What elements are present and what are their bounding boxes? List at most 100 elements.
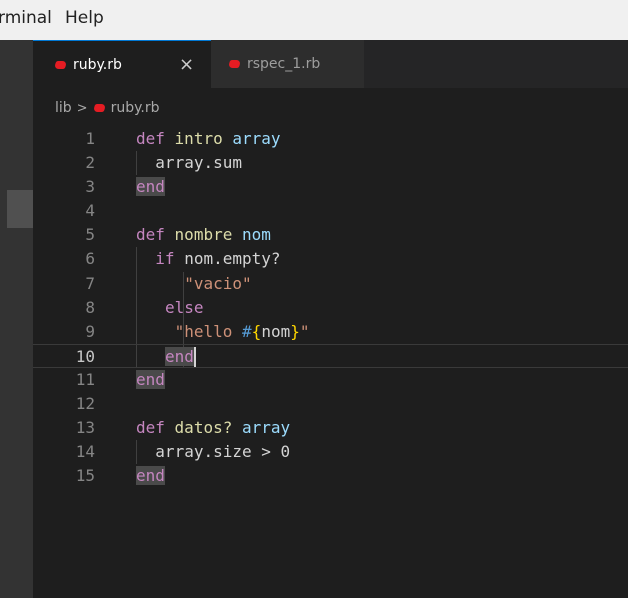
- code-line[interactable]: 6 if nom.empty?: [33, 247, 628, 272]
- breadcrumb-separator-icon: >: [76, 100, 88, 116]
- code-line[interactable]: 1 def intro array: [33, 127, 628, 151]
- tab-rspec-1-rb[interactable]: rspec_1.rb: [211, 40, 364, 88]
- code-line[interactable]: 5 def nombre nom: [33, 223, 628, 247]
- code-token: ": [299, 321, 310, 341]
- code-text: end: [164, 345, 196, 369]
- breadcrumb-file[interactable]: ruby.rb: [111, 100, 160, 116]
- ruby-file-icon: [227, 60, 242, 68]
- breadcrumb-folder[interactable]: lib: [55, 100, 72, 116]
- code-token: array: [241, 418, 291, 438]
- code-token: "hello: [174, 321, 243, 341]
- code-token: datos?: [174, 418, 233, 438]
- code-text: end: [136, 368, 165, 392]
- line-number: 4: [85, 201, 95, 221]
- line-number: 1: [85, 129, 95, 148]
- code-line[interactable]: 10 end: [33, 343, 628, 369]
- code-text: def nombre nom: [136, 223, 271, 247]
- code-text: "vacio": [184, 272, 251, 296]
- code-token: if: [155, 249, 175, 269]
- line-number: 8: [85, 297, 95, 317]
- indent-guide: [136, 344, 137, 367]
- code-line[interactable]: 8 else: [33, 295, 628, 320]
- code-token: def: [136, 225, 165, 245]
- code-token: end: [164, 346, 194, 366]
- code-text: else: [165, 296, 204, 320]
- code-token: }: [290, 321, 300, 341]
- code-token: end: [136, 466, 165, 486]
- line-number: 10: [75, 346, 95, 366]
- line-number: 14: [75, 442, 95, 462]
- code-line[interactable]: 7 "vacio": [33, 271, 628, 296]
- menu-terminal[interactable]: rminal: [0, 8, 52, 28]
- line-number: 9: [85, 321, 95, 341]
- code-editor[interactable]: 1 def intro array 2 array.sum 3 end 4 5 def nomb…: [33, 127, 628, 488]
- code-token: def: [136, 129, 165, 148]
- code-token: #: [242, 321, 252, 341]
- code-line[interactable]: 9 "hello #{nom}": [33, 319, 628, 344]
- code-token: "vacio": [184, 273, 252, 293]
- code-text: "hello #{nom}": [175, 320, 310, 344]
- line-number: 13: [75, 418, 95, 438]
- activity-indicator[interactable]: [7, 190, 33, 228]
- code-token: end: [136, 369, 165, 389]
- code-token: nombre: [174, 225, 233, 245]
- indent-guide: [136, 440, 137, 465]
- code-line[interactable]: 14 array.size > 0: [33, 440, 628, 465]
- code-token: nom.empty?: [174, 249, 281, 269]
- code-token: nom: [261, 321, 291, 341]
- code-text: array.sum: [155, 151, 242, 175]
- code-token: {: [251, 321, 262, 341]
- code-text: if nom.empty?: [155, 247, 280, 271]
- editor-area: ruby.rb × rspec_1.rb lib > ruby.rb 1 def …: [33, 40, 628, 598]
- line-number: 11: [75, 369, 95, 389]
- code-line[interactable]: 4: [33, 199, 628, 223]
- breadcrumb: lib > ruby.rb: [55, 98, 159, 118]
- tab-label: rspec_1.rb: [247, 56, 321, 72]
- line-number: 15: [75, 466, 95, 486]
- code-text: array.size > 0: [155, 440, 290, 464]
- code-text: end: [136, 464, 165, 488]
- code-line[interactable]: 13 def datos? array: [33, 416, 628, 440]
- text-cursor: [193, 347, 196, 368]
- code-text: def datos? array: [136, 416, 290, 440]
- code-line[interactable]: 2 array.sum: [33, 151, 628, 176]
- menu-bar: rminal Help: [0, 0, 628, 40]
- code-token: intro: [174, 129, 223, 148]
- code-token: array.size > 0: [155, 442, 291, 462]
- code-line[interactable]: 15 end: [33, 464, 628, 488]
- menu-help[interactable]: Help: [65, 8, 104, 28]
- indent-guide: [136, 271, 137, 296]
- line-number: 2: [85, 153, 95, 173]
- tab-bar: ruby.rb × rspec_1.rb: [33, 40, 628, 88]
- code-text: end: [136, 175, 165, 199]
- indent-guide: [136, 295, 137, 320]
- code-token: else: [164, 297, 204, 317]
- line-number: 6: [85, 249, 95, 269]
- indent-guide: [136, 247, 137, 272]
- tab-label: ruby.rb: [73, 56, 122, 73]
- indent-guide: [136, 151, 137, 176]
- line-number: 3: [85, 177, 95, 197]
- code-token: nom: [241, 225, 271, 245]
- code-text: def intro array: [136, 127, 281, 151]
- code-token: array: [232, 129, 281, 148]
- activity-bar: [0, 40, 33, 598]
- indent-guide: [136, 319, 137, 344]
- line-number: 7: [85, 273, 95, 293]
- code-line[interactable]: 11 end: [33, 368, 628, 392]
- code-token: array.sum: [155, 153, 242, 173]
- line-number: 5: [85, 225, 95, 245]
- tab-ruby-rb[interactable]: ruby.rb ×: [33, 40, 211, 88]
- code-line[interactable]: 12: [33, 392, 628, 416]
- code-line[interactable]: 3 end: [33, 175, 628, 199]
- ruby-file-icon: [92, 104, 106, 112]
- close-icon[interactable]: ×: [179, 54, 194, 75]
- code-token: def: [136, 418, 165, 438]
- code-token: end: [136, 177, 165, 197]
